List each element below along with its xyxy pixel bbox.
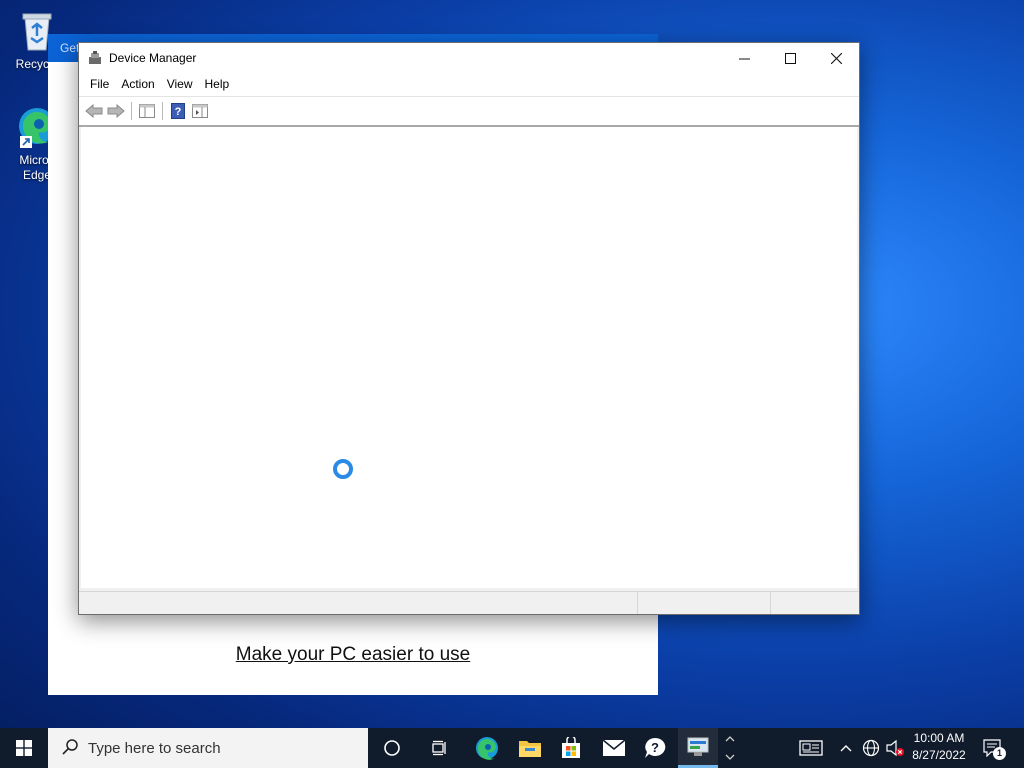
mail-icon [602, 739, 626, 756]
volume-button[interactable] [884, 728, 906, 768]
task-view-button[interactable] [420, 728, 460, 768]
show-hidden-icons-button[interactable] [836, 728, 856, 768]
store-button[interactable] [551, 728, 591, 768]
window-title: Device Manager [109, 51, 197, 65]
menu-file[interactable]: File [84, 73, 115, 96]
status-pane-secondary [638, 592, 771, 614]
toolbar-separator [131, 102, 132, 120]
forward-button[interactable] [105, 101, 127, 121]
search-placeholder: Type here to search [88, 739, 221, 757]
device-manager-icon [687, 737, 709, 756]
svg-text:?: ? [651, 740, 659, 755]
get-started-title: Get [60, 41, 80, 55]
file-explorer-button[interactable] [510, 728, 550, 768]
status-pane-tertiary [771, 592, 859, 614]
get-help-button[interactable]: ? [635, 728, 675, 768]
svg-text:?: ? [175, 106, 182, 118]
properties-view-button[interactable] [189, 101, 211, 121]
store-icon [562, 737, 580, 758]
loading-spinner-icon [333, 459, 353, 479]
show-hide-console-tree-button[interactable] [136, 101, 158, 121]
toolbar: ? [79, 97, 859, 127]
chevron-up-icon [840, 745, 852, 752]
device-tree-pane[interactable] [81, 127, 857, 588]
maximize-icon [784, 52, 796, 64]
status-bar [79, 591, 859, 614]
task-view-icon [432, 740, 446, 756]
forward-arrow-icon [107, 104, 125, 118]
minimize-icon [738, 58, 750, 59]
edge-taskbar-button[interactable] [467, 728, 507, 768]
back-arrow-icon [85, 104, 103, 118]
device-manager-taskbar-button[interactable] [678, 728, 718, 768]
toolbar-separator [162, 102, 163, 120]
clock[interactable]: 10:00 AM 8/27/2022 [908, 730, 970, 764]
minimize-button[interactable] [721, 43, 767, 73]
volume-muted-icon [886, 739, 904, 757]
status-pane-main [79, 592, 638, 614]
menu-action[interactable]: Action [115, 73, 160, 96]
properties-view-icon [192, 104, 208, 118]
help-icon: ? [171, 103, 185, 119]
notification-icon: 1 [983, 739, 1006, 760]
news-button[interactable] [796, 728, 826, 768]
menu-bar: File Action View Help [79, 73, 859, 97]
cortana-button[interactable] [372, 728, 412, 768]
mail-button[interactable] [594, 728, 634, 768]
news-icon [799, 740, 823, 756]
taskbar: Type here to search ? 10:00 AM 8/27/2022 [0, 728, 1024, 768]
menu-view[interactable]: View [161, 73, 199, 96]
network-icon [862, 739, 880, 757]
menu-help[interactable]: Help [199, 73, 236, 96]
close-icon [830, 52, 842, 64]
edge-icon [476, 737, 498, 760]
network-button[interactable] [860, 728, 882, 768]
chevron-up-down-icon [725, 736, 735, 760]
taskbar-scroll-button[interactable] [718, 728, 742, 768]
get-help-icon: ? [645, 737, 666, 758]
make-pc-easier-link[interactable]: Make your PC easier to use [48, 644, 658, 666]
action-center-button[interactable]: 1 [980, 728, 1006, 768]
cortana-icon [384, 740, 400, 756]
clock-time: 10:00 AM [913, 731, 965, 745]
windows-logo-icon [16, 740, 32, 756]
close-button[interactable] [813, 43, 859, 73]
taskbar-search-box[interactable]: Type here to search [48, 728, 368, 768]
device-manager-window: Device Manager File Action View Help ? [78, 42, 860, 615]
search-icon [62, 738, 78, 758]
notification-count-badge: 1 [993, 747, 1006, 760]
start-button[interactable] [0, 728, 48, 768]
clock-date: 8/27/2022 [912, 748, 966, 762]
title-bar[interactable]: Device Manager [79, 43, 859, 73]
device-manager-app-icon [88, 51, 102, 65]
show-hide-console-tree-icon [139, 104, 155, 118]
help-button[interactable]: ? [167, 101, 189, 121]
maximize-button[interactable] [767, 43, 813, 73]
back-button[interactable] [83, 101, 105, 121]
file-explorer-icon [519, 741, 541, 757]
